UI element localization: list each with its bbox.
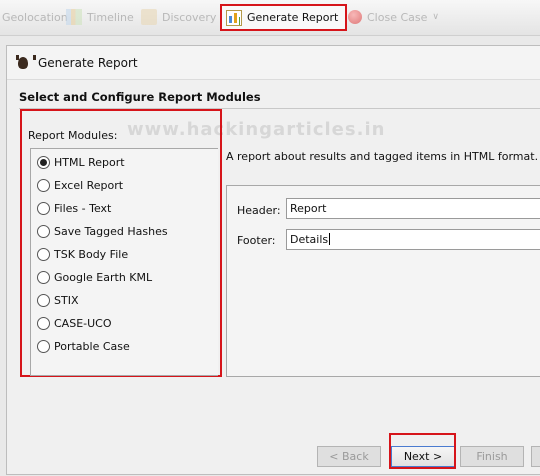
module-option-case-uco[interactable]: CASE-UCO: [37, 314, 112, 332]
module-option-html-report[interactable]: HTML Report: [37, 153, 125, 171]
toolbar-geolocation-label: Geolocation: [2, 10, 68, 24]
module-label: Google Earth KML: [54, 270, 153, 284]
radio-icon[interactable]: [37, 178, 50, 192]
text-caret: [329, 233, 331, 245]
bar-chart-report-icon: [226, 9, 242, 26]
module-option-stix[interactable]: STIX: [37, 291, 78, 309]
module-option-save-tagged-hashes[interactable]: Save Tagged Hashes: [37, 222, 168, 240]
header-field-value: Report: [290, 202, 327, 215]
module-option-tsk-body-file[interactable]: TSK Body File: [37, 245, 128, 263]
toolbar-geolocation-button[interactable]: Geolocation: [2, 5, 68, 29]
footer-field[interactable]: Details: [286, 229, 540, 250]
back-button[interactable]: < Back: [317, 446, 381, 467]
dialog-button-bar: < Back Next > Finish: [7, 431, 540, 476]
generate-report-dialog: Generate Report Select and Configure Rep…: [6, 45, 540, 475]
modules-label: Report Modules:: [28, 129, 118, 142]
toolbar-close-case-button[interactable]: Close Case ∨: [348, 5, 439, 29]
close-case-icon: [348, 10, 362, 24]
header-field-label: Header:: [237, 204, 281, 217]
step-header: Select and Configure Report Modules: [19, 90, 540, 109]
radio-icon[interactable]: [37, 316, 50, 330]
discovery-icon: [141, 9, 157, 25]
header-field[interactable]: Report: [286, 198, 540, 219]
cancel-button[interactable]: [531, 446, 540, 467]
module-label: CASE-UCO: [54, 316, 112, 330]
module-label: Portable Case: [54, 339, 130, 353]
footer-field-label: Footer:: [237, 234, 276, 247]
report-modules-list: HTML Report Excel Report Files - Text Sa…: [30, 148, 218, 376]
module-option-files-text[interactable]: Files - Text: [37, 199, 111, 217]
module-label: TSK Body File: [54, 247, 129, 261]
main-toolbar: Geolocation Timeline Discovery Generate …: [0, 0, 540, 36]
toolbar-generate-report-label: Generate Report: [247, 11, 339, 24]
toolbar-timeline-button[interactable]: Timeline: [66, 5, 134, 29]
timeline-icon: [66, 9, 82, 25]
radio-icon[interactable]: [37, 339, 50, 353]
toolbar-generate-report-button[interactable]: Generate Report: [220, 4, 348, 31]
module-label: Files - Text: [54, 201, 112, 215]
module-label: HTML Report: [54, 155, 125, 169]
radio-icon[interactable]: [37, 270, 50, 284]
dialog-title-bar: Generate Report: [7, 46, 540, 80]
toolbar-discovery-label: Discovery: [162, 10, 217, 24]
module-option-portable-case[interactable]: Portable Case: [37, 337, 130, 355]
toolbar-timeline-label: Timeline: [87, 10, 134, 24]
dialog-title: Generate Report: [38, 55, 138, 70]
finish-button[interactable]: Finish: [460, 446, 524, 467]
footer-field-value: Details: [290, 233, 329, 246]
module-label: Save Tagged Hashes: [54, 224, 168, 238]
toolbar-discovery-button[interactable]: Discovery: [141, 5, 216, 29]
toolbar-close-case-label: Close Case: [367, 10, 428, 24]
module-description: A report about results and tagged items …: [226, 150, 539, 163]
next-highlight-outline: [389, 433, 456, 469]
module-config-panel: Header: Report Footer: Details: [226, 185, 540, 377]
module-label: STIX: [54, 293, 79, 307]
radio-icon[interactable]: [37, 201, 50, 215]
radio-selected-icon[interactable]: [37, 155, 50, 169]
module-option-excel-report[interactable]: Excel Report: [37, 176, 123, 194]
radio-icon[interactable]: [37, 293, 50, 307]
module-option-google-earth-kml[interactable]: Google Earth KML: [37, 268, 152, 286]
autopsy-dog-icon: [15, 54, 36, 71]
module-label: Excel Report: [54, 178, 124, 192]
radio-icon[interactable]: [37, 224, 50, 238]
chevron-down-icon[interactable]: ∨: [432, 12, 439, 22]
radio-icon[interactable]: [37, 247, 50, 261]
